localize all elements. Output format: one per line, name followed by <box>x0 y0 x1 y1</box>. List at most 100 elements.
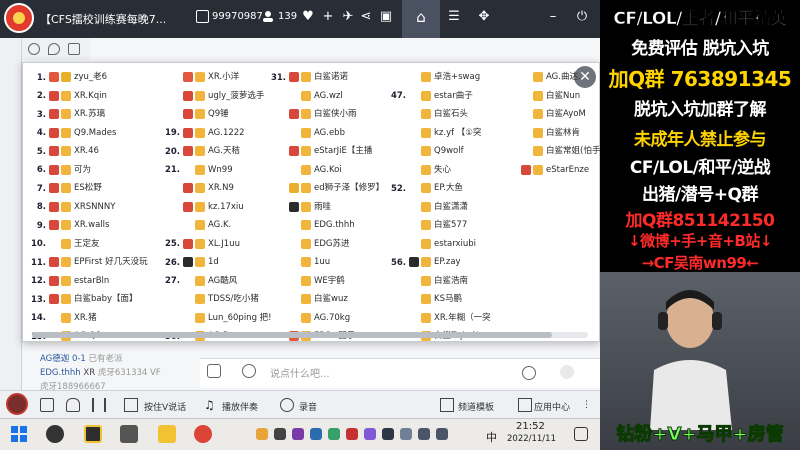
emoji-icon[interactable] <box>242 364 256 378</box>
windows-start-icon[interactable] <box>10 425 28 443</box>
member-entry[interactable]: 47. estar曲子 <box>386 87 491 106</box>
member-entry[interactable]: kz.17xiu <box>160 198 272 217</box>
avatar[interactable] <box>6 393 28 415</box>
home-icon[interactable]: ⌂ <box>413 9 429 25</box>
tray-icon-9[interactable] <box>400 428 412 440</box>
member-entry[interactable]: 白鲨577 <box>386 216 491 235</box>
clock-time[interactable]: 21:52 <box>516 421 545 432</box>
member-entry[interactable]: 白鲨侠小雨 <box>266 105 384 124</box>
member-entry[interactable]: 1. zyu_老6 <box>26 68 148 87</box>
more-icon[interactable]: ⋮ <box>582 400 591 410</box>
scrollbar-thumb[interactable] <box>32 332 552 338</box>
tray-icon-7[interactable] <box>364 428 376 440</box>
app-center-label[interactable]: 应用中心 <box>534 400 570 413</box>
ptt-checkbox[interactable] <box>124 398 138 412</box>
member-entry[interactable]: 白鲨石头 <box>386 105 491 124</box>
member-entry[interactable]: 5. XR.46 <box>26 142 148 161</box>
music-icon[interactable]: ♫ <box>204 398 218 412</box>
member-entry[interactable]: 6. 可为 <box>26 161 148 180</box>
member-entry[interactable]: estarxiubi <box>386 235 491 254</box>
member-entry[interactable]: 雨哇 <box>266 198 384 217</box>
app-icon-3[interactable] <box>120 425 138 443</box>
channel-list[interactable] <box>0 38 22 390</box>
member-entry[interactable]: XR.N9 <box>160 179 272 198</box>
target-icon[interactable] <box>28 43 40 55</box>
room-title[interactable]: 【CFS擂校训练赛每晚7... <box>40 11 185 27</box>
member-entry[interactable]: WE宇鹤 <box>266 272 384 291</box>
member-entry[interactable]: AG.wzl <box>266 87 384 106</box>
chat-user[interactable]: AG德迦 0-1 <box>40 354 86 364</box>
notification-icon[interactable] <box>574 427 588 441</box>
member-entry[interactable]: 7. ES松野 <box>26 179 148 198</box>
member-entry[interactable]: AG.Koi <box>266 161 384 180</box>
member-entry[interactable]: 白鲨wuz <box>266 290 384 309</box>
member-entry[interactable]: 26. 1d <box>160 253 272 272</box>
app-icon-2[interactable] <box>84 425 102 443</box>
member-entry[interactable]: AG.曲达. <box>498 68 600 87</box>
equalizer-icon[interactable] <box>92 398 106 412</box>
tray-icon-4[interactable] <box>310 428 322 440</box>
member-entry[interactable]: 12. estarBln <box>26 272 148 291</box>
member-entry[interactable]: XR.小洋 <box>160 68 272 87</box>
member-entry[interactable]: Lun_60ping 把! <box>160 309 272 328</box>
member-entry[interactable]: 4. Q9.Mades <box>26 124 148 143</box>
member-entry[interactable]: 卓浩+swag <box>386 68 491 87</box>
gift-icon[interactable] <box>560 365 574 379</box>
plane-icon[interactable]: ✈ <box>340 9 356 25</box>
member-entry[interactable]: 白鲨浩南 <box>386 272 491 291</box>
member-entry[interactable]: 14. XR.猪 <box>26 309 148 328</box>
member-entry[interactable]: 白鲨林肯 <box>498 124 600 143</box>
member-entry[interactable]: 11. EPFirst 好几天没玩 <box>26 253 148 272</box>
member-entry[interactable]: ugly_菠萝选手 <box>160 87 272 106</box>
member-entry[interactable]: 2. XR.Kqin <box>26 87 148 106</box>
app-center-icon[interactable] <box>518 398 532 412</box>
gamepad-icon[interactable]: ✥ <box>476 9 492 25</box>
member-entry[interactable]: eStarEnze <box>498 161 600 180</box>
tray-icon-2[interactable] <box>274 428 286 440</box>
member-entry[interactable]: EDG.thhh <box>266 216 384 235</box>
close-window-icon[interactable]: ⏻ <box>574 9 590 25</box>
member-entry[interactable]: 56. EP.zay <box>386 253 491 272</box>
member-entry[interactable]: 3. XR.苏璃 <box>26 105 148 124</box>
tag-icon[interactable] <box>68 43 80 55</box>
clock-date[interactable]: 2022/11/11 <box>507 434 556 444</box>
member-entry[interactable]: 27. AG酷风 <box>160 272 272 291</box>
member-entry[interactable]: kz.yf 【①突 <box>386 124 491 143</box>
chat-bubble-icon[interactable] <box>522 366 536 380</box>
list-icon[interactable]: ☰ <box>446 9 462 25</box>
member-entry[interactable]: 8. XRSNNNY <box>26 198 148 217</box>
member-entry[interactable]: EDG苏进 <box>266 235 384 254</box>
tray-icon-5[interactable] <box>328 428 340 440</box>
member-entry[interactable]: 白鲨潇潇 <box>386 198 491 217</box>
tray-icon-1[interactable] <box>256 428 268 440</box>
microphone-icon[interactable] <box>66 398 80 412</box>
plus-icon[interactable]: + <box>320 9 336 25</box>
accompany-label[interactable]: 播放伴奏 <box>222 400 258 413</box>
record-icon[interactable] <box>280 398 294 412</box>
record-label[interactable]: 录音 <box>299 400 317 413</box>
tray-icon-3[interactable] <box>292 428 304 440</box>
share-icon[interactable]: ⋖ <box>358 9 374 25</box>
chrome-icon[interactable] <box>194 425 212 443</box>
member-entry[interactable]: Q9锤 <box>160 105 272 124</box>
gamepad-input-icon[interactable] <box>207 364 221 378</box>
member-entry[interactable]: AG.ebb <box>266 124 384 143</box>
speaker-icon[interactable] <box>40 398 54 412</box>
tray-icon-6[interactable] <box>346 428 358 440</box>
location-icon[interactable] <box>48 43 60 55</box>
member-entry[interactable]: 10. 王定友 <box>26 235 148 254</box>
member-entry[interactable]: 白鲨Nun <box>498 87 600 106</box>
screen-icon[interactable]: ▣ <box>378 9 394 25</box>
member-entry[interactable]: ed狮子泽【修罗】 <box>266 179 384 198</box>
member-entry[interactable]: 25. XL.J1uu <box>160 235 272 254</box>
member-entry[interactable]: 白鲨AyoM <box>498 105 600 124</box>
tray-icon-8[interactable] <box>382 428 394 440</box>
member-entry[interactable]: 52. EP.大鱼 <box>386 179 491 198</box>
member-entry[interactable]: 失心 <box>386 161 491 180</box>
member-entry[interactable]: 1uu <box>266 253 384 272</box>
member-entry[interactable]: XR.年糊（一突 <box>386 309 491 328</box>
member-entry[interactable]: KS马鹏 <box>386 290 491 309</box>
member-entry[interactable]: 19. AG.1222 <box>160 124 272 143</box>
member-entry[interactable]: 13. 白鲨baby【面】 <box>26 290 148 309</box>
member-entry[interactable]: eStarJiE【主播 <box>266 142 384 161</box>
